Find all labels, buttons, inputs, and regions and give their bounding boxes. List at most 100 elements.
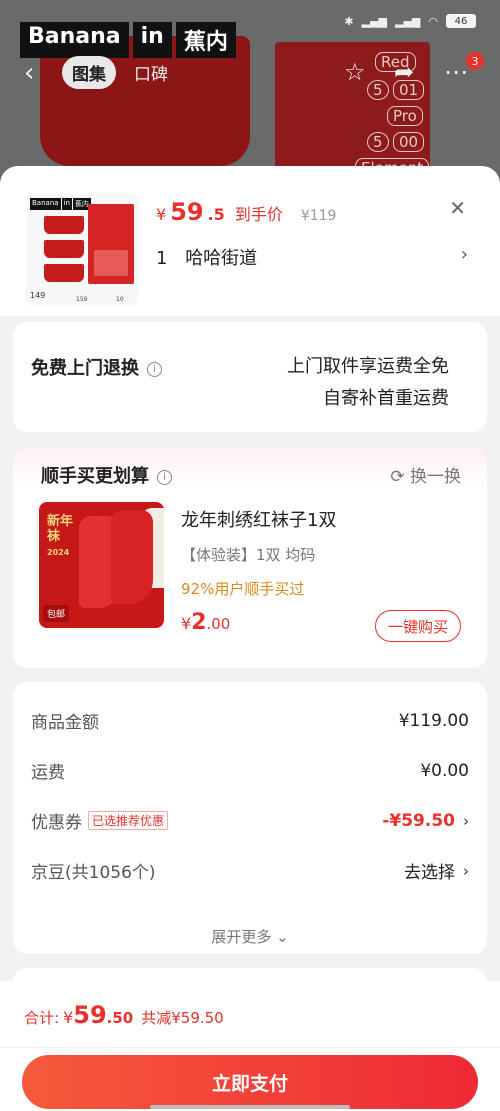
chevron-right-icon: › [463,811,469,830]
battery-icon: 46 [446,14,476,28]
addon-image-year: 2024 [47,548,70,557]
thumb-sub-price: 10 [116,296,124,303]
info-icon[interactable]: i [157,470,172,485]
box-tag: 5 [367,132,389,152]
summary-row-shipping: 运费 ¥0.00 [31,758,469,784]
back-icon[interactable]: ‹ [24,58,34,88]
coupon-tag: 已选推荐优惠 [88,811,169,830]
one-click-buy-button[interactable]: 一键购买 [374,610,461,642]
more-icon[interactable]: ⋯ [444,58,468,86]
return-service-title: 免费上门退换 i [31,354,162,380]
addon-name[interactable]: 龙年刺绣红袜子1双 [181,506,336,532]
product-thumbnail[interactable]: Banana in 蕉内 149 159 10 [26,194,139,306]
price-integer: 59 [170,198,204,226]
home-indicator[interactable] [150,1105,350,1109]
summary-row-jingdou[interactable]: 京豆(共1056个) 去选择 › [31,858,469,884]
cart-badge: 3 [466,52,484,70]
addon-card: 顺手买更划算 i ⟳ 换一换 新年袜 2024 包邮 龙年刺绣红袜子1双 【体验装… [13,448,487,668]
swap-label: 换一换 [410,467,461,487]
price-row: ¥ 59 .5 到手价 ¥119 [156,198,336,226]
quantity: 1 [156,248,168,269]
return-service-line: 上门取件享运费全免 [287,356,449,377]
signal-icon: ▂▄▆ [361,14,387,28]
summary-value: 去选择 [404,863,455,883]
thumb-brief [44,264,84,282]
summary-value: -¥59.50 [382,810,455,831]
share-icon[interactable]: ➦ [394,58,414,86]
summary-label: 运费 [31,763,65,783]
thumb-logo-part: Banana [30,198,61,210]
addon-image-text: 新年袜 [47,514,74,544]
summary-row-subtotal: 商品金额 ¥119.00 [31,708,469,734]
tab-gallery[interactable]: 图集 [62,56,116,89]
thumb-brief [44,240,84,258]
summary-label: 优惠券 [31,813,82,833]
addon-purchase-rate: 92%用户顺手买过 [181,580,305,598]
addon-image-year-text: 新年袜 2024 [47,514,77,560]
signal-icon: ▂▄▆ [395,14,421,28]
return-service-line: 自寄补首重运费 [323,388,449,409]
product-summary: Banana in 蕉内 149 159 10 ¥ 59 .5 到手价 ¥119… [0,166,500,316]
return-service-card: 免费上门退换 i 上门取件享运费全免 自寄补首重运费 [13,322,487,432]
return-service-label: 免费上门退换 [31,358,139,379]
chevron-down-icon: ⌄ [276,928,289,946]
spec-selector[interactable]: 1 哈哈街道 [156,244,257,270]
addon-image-package: 包邮 [43,605,70,622]
summary-label: 京豆(共1056个) [31,863,156,883]
addon-title: 顺手买更划算 i [41,462,172,488]
expand-more-label: 展开更多 [211,928,272,946]
total-amount: 合计: ¥ 59 .50 共减¥59.50 [24,1001,224,1029]
pay-now-button[interactable]: 立即支付 [22,1055,478,1109]
expand-more-button[interactable]: 展开更多 ⌄ [13,926,487,947]
brand-logo-part: Banana [20,22,129,58]
box-tag: 5 [367,80,389,100]
chevron-right-icon: › [463,861,469,880]
thumb-box [88,204,134,284]
addon-price: ¥2.00 [181,610,230,635]
summary-row-coupon[interactable]: 优惠券 已选推荐优惠 -¥59.50 › [31,808,469,834]
total-saved: 共减¥59.50 [141,1009,224,1027]
thumb-logo: Banana in 蕉内 [30,198,91,210]
summary-value: ¥0.00 [420,760,469,781]
star-icon[interactable]: ☆ [344,58,366,86]
addon-price-dec: .00 [206,615,231,633]
total-currency: ¥ [63,1008,74,1027]
currency-symbol: ¥ [156,205,167,224]
info-icon[interactable]: i [147,362,162,377]
addon-image[interactable]: 新年袜 2024 包邮 [39,502,164,628]
total-integer: 59 [73,1001,107,1029]
brand-logo-part: in [132,22,172,58]
box-tag: 00 [393,132,425,152]
total-label: 合计: [24,1009,60,1027]
brand-logo-part: 蕉内 [175,22,236,58]
summary-label: 商品金额 [31,713,99,733]
total-decimal: .50 [106,1009,134,1027]
bluetooth-icon: ✱ [344,14,354,28]
thumb-price: 149 [30,291,46,300]
wifi-icon: ◠ [428,14,438,28]
refresh-icon: ⟳ [390,467,405,487]
final-price-label: 到手价 [234,205,283,224]
spec-text: 哈哈街道 [185,248,258,269]
chevron-right-icon[interactable]: › [461,244,468,265]
divider [0,1047,500,1048]
addon-spec: 【体验装】1双 均码 [181,546,316,564]
tab-reviews[interactable]: 口碑 [124,56,178,89]
thumb-sub-price: 159 [76,296,88,303]
brand-logo: Banana in 蕉内 [20,22,236,58]
checkout-bar: 合计: ¥ 59 .50 共减¥59.50 立即支付 [0,981,500,1111]
order-summary-card: 商品金额 ¥119.00 运费 ¥0.00 优惠券 已选推荐优惠 -¥59.50… [13,682,487,954]
addon-image-sock [111,510,153,604]
addon-currency: ¥ [181,614,192,633]
status-bar: ✱ ▂▄▆ ▂▄▆ ◠ 46 [344,14,476,28]
checkout-sheet: Banana in 蕉内 149 159 10 ¥ 59 .5 到手价 ¥119… [0,166,500,1111]
addon-price-int: 2 [191,610,207,635]
thumb-brief [44,216,84,234]
swap-button[interactable]: ⟳ 换一换 [390,462,461,487]
close-icon[interactable]: ✕ [449,196,466,220]
price-decimal: .5 [207,205,225,224]
addon-title-label: 顺手买更划算 [41,466,149,487]
thumb-logo-part: in [61,198,72,210]
box-tag: Pro [387,106,423,126]
original-price: ¥119 [300,208,337,224]
